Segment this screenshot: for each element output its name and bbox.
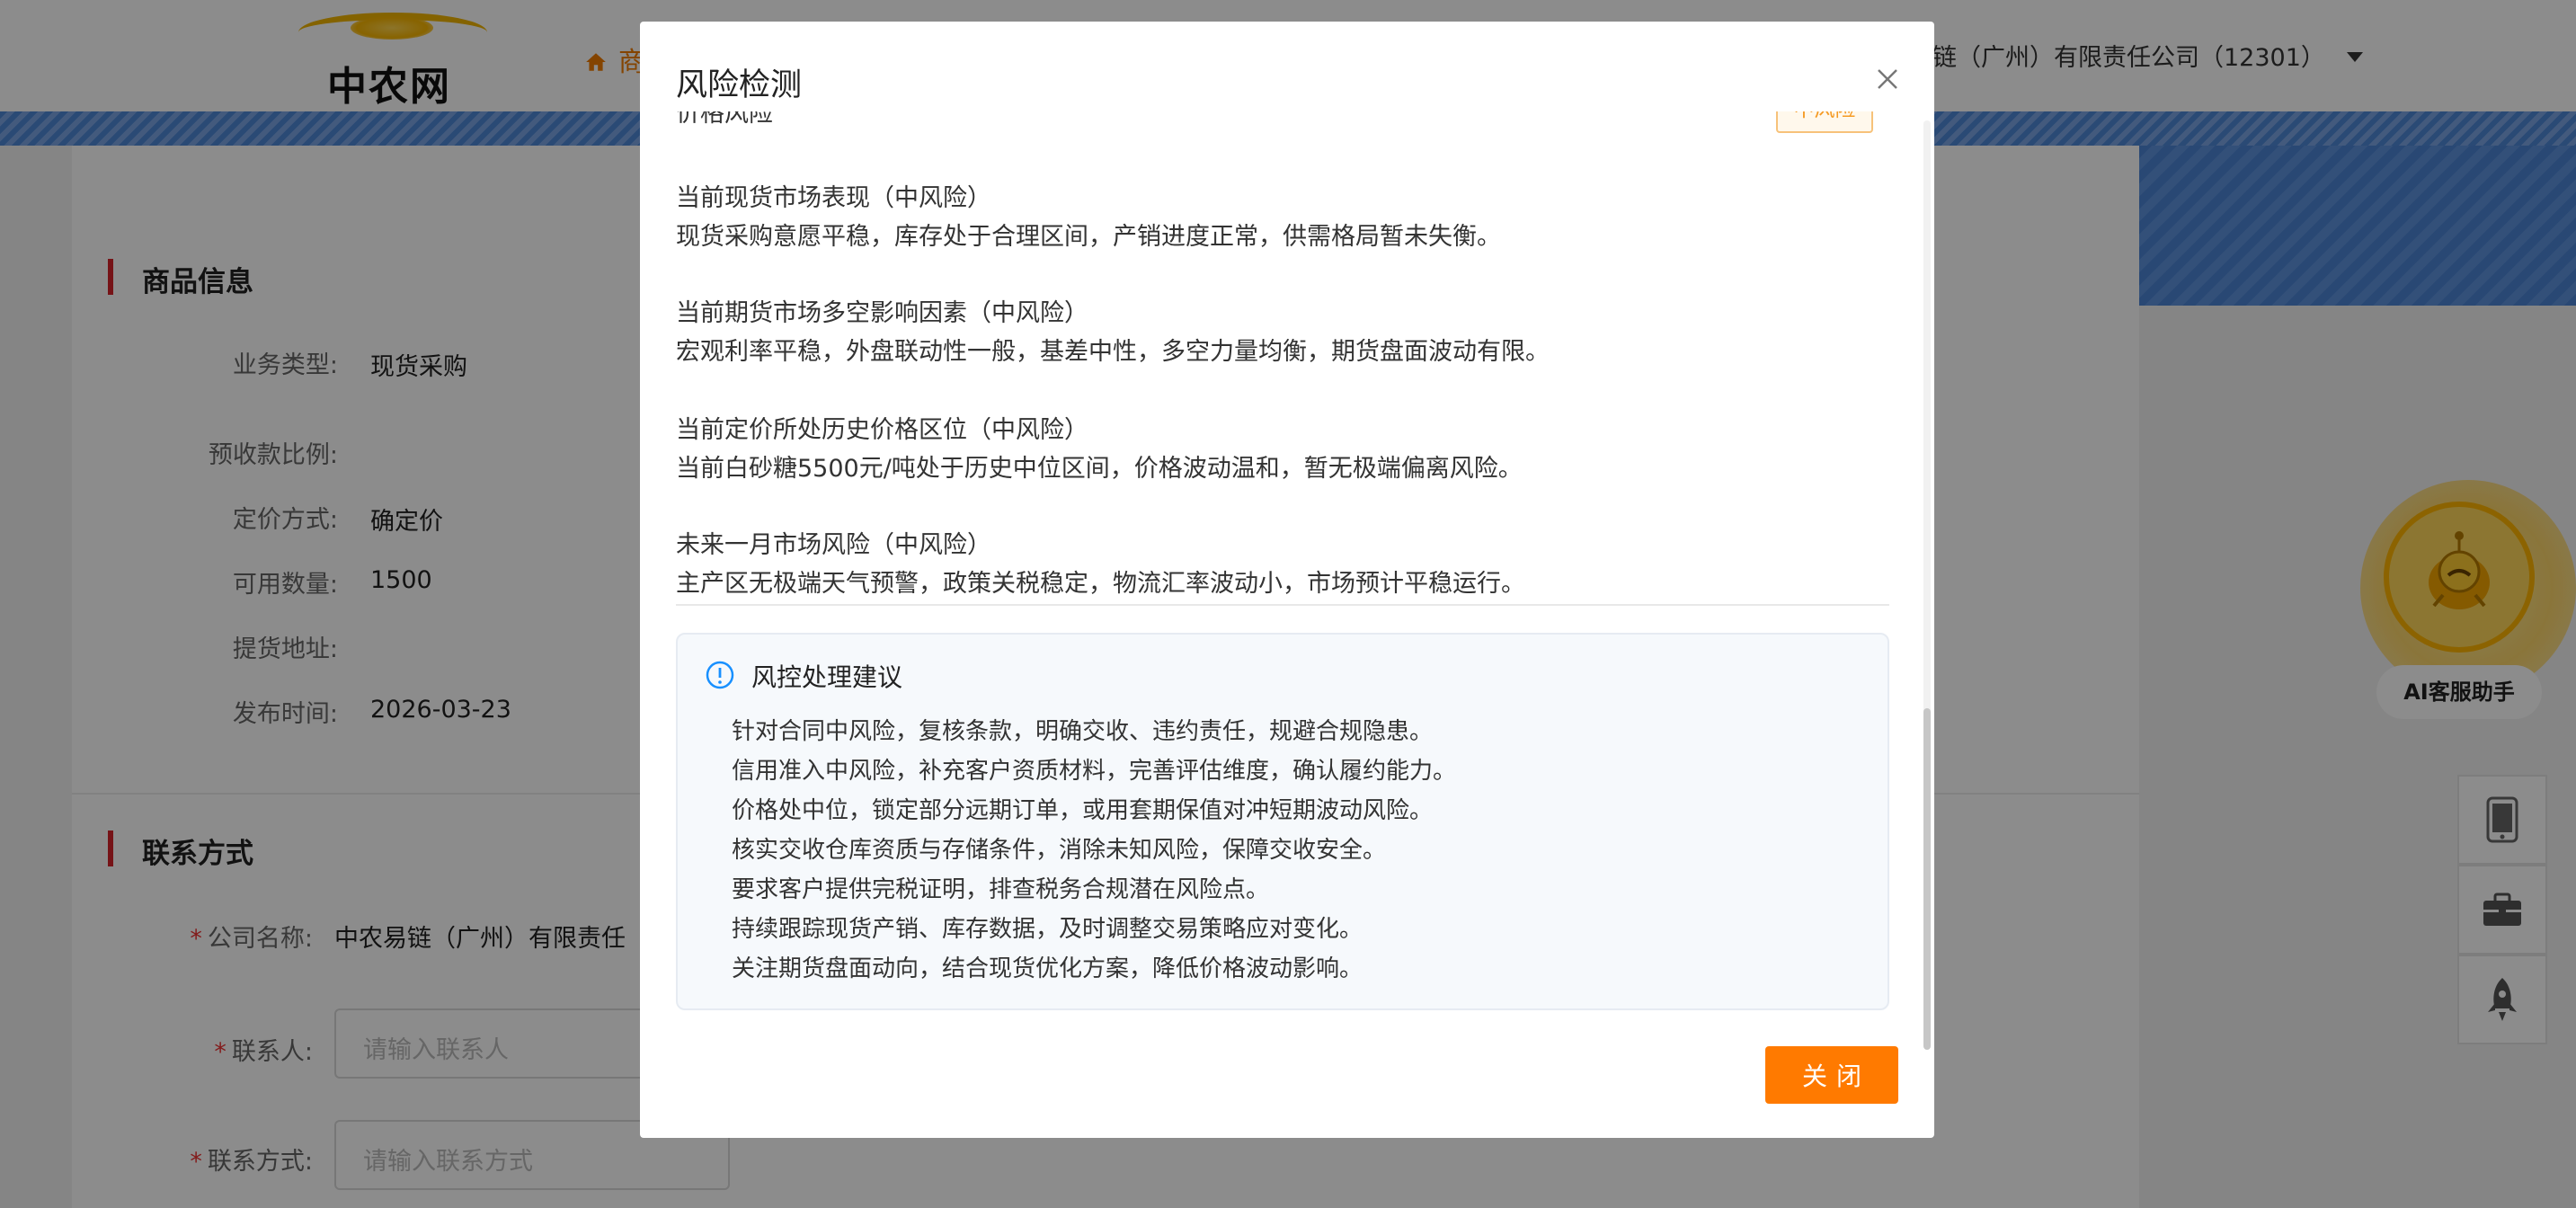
close-button[interactable]: 关闭 bbox=[1765, 1046, 1898, 1104]
close-icon[interactable] bbox=[1871, 63, 1904, 95]
risk-item-head: 当前定价所处历史价格区位（中风险） bbox=[676, 416, 1088, 444]
advice-item: 核实交收仓库资质与存储条件，消除未知风险，保障交收安全。 bbox=[732, 837, 1387, 864]
risk-category-row[interactable]: 价格风险 中风险 bbox=[676, 111, 1889, 137]
risk-detection-modal: 风险检测 价格风险 中风险 当前现货市场表现（中风险） 现货采购意愿平稳，库存处… bbox=[640, 22, 1934, 1138]
risk-item: 当前期货市场多空影响因素（中风险） 宏观利率平稳，外盘联动性一般，基差中性，多空… bbox=[676, 295, 1889, 372]
risk-item: 当前现货市场表现（中风险） 现货采购意愿平稳，库存处于合理区间，产销进度正常，供… bbox=[676, 180, 1889, 257]
risk-item-desc: 现货采购意愿平稳，库存处于合理区间，产销进度正常，供需格局暂未失衡。 bbox=[676, 223, 1501, 251]
risk-item-desc: 当前白砂糖5500元/吨处于历史中位区间，价格波动温和，暂无极端偏离风险。 bbox=[676, 455, 1523, 483]
risk-item: 未来一月市场风险（中风险） 主产区无极端天气预警，政策关税稳定，物流汇率波动小，… bbox=[676, 527, 1889, 604]
risk-advice-box: 风控处理建议 针对合同中风险，复核条款，明确交收、违约责任，规避合规隐患。 信用… bbox=[676, 633, 1889, 1010]
content-divider bbox=[676, 604, 1889, 606]
risk-item-desc: 宏观利率平稳，外盘联动性一般，基差中性，多空力量均衡，期货盘面波动有限。 bbox=[676, 338, 1550, 366]
risk-item-head: 未来一月市场风险（中风险） bbox=[676, 531, 991, 559]
modal-scroll-content[interactable]: 价格风险 中风险 当前现货市场表现（中风险） 现货采购意愿平稳，库存处于合理区间… bbox=[676, 111, 1889, 1046]
advice-item: 针对合同中风险，复核条款，明确交收、违约责任，规避合规隐患。 bbox=[732, 718, 1434, 745]
risk-item: 当前定价所处历史价格区位（中风险） 当前白砂糖5500元/吨处于历史中位区间，价… bbox=[676, 412, 1889, 489]
advice-title: 风控处理建议 bbox=[751, 662, 903, 692]
advice-item: 持续跟踪现货产销、库存数据，及时调整交易策略应对变化。 bbox=[732, 916, 1364, 943]
risk-level-badge: 中风险 bbox=[1776, 111, 1873, 133]
advice-item: 信用准入中风险，补充客户资质材料，完善评估维度，确认履约能力。 bbox=[732, 758, 1457, 785]
risk-item-desc: 主产区无极端天气预警，政策关税稳定，物流汇率波动小，市场预计平稳运行。 bbox=[676, 570, 1525, 598]
advice-item: 要求客户提供完税证明，排查税务合规潜在风险点。 bbox=[732, 876, 1270, 903]
scrollbar-thumb[interactable] bbox=[1923, 708, 1931, 1050]
risk-item-head: 当前现货市场表现（中风险） bbox=[676, 184, 991, 212]
modal-title: 风险检测 bbox=[676, 67, 803, 103]
risk-category-label: 价格风险 bbox=[676, 111, 773, 128]
advice-item: 关注期货盘面动向，结合现货优化方案，降低价格波动影响。 bbox=[732, 955, 1364, 982]
info-icon bbox=[706, 661, 734, 689]
advice-item: 价格处中位，锁定部分远期订单，或用套期保值对冲短期波动风险。 bbox=[732, 797, 1434, 824]
advice-list: 针对合同中风险，复核条款，明确交收、违约责任，规避合规隐患。 信用准入中风险，补… bbox=[732, 712, 1456, 989]
risk-item-head: 当前期货市场多空影响因素（中风险） bbox=[676, 299, 1088, 327]
